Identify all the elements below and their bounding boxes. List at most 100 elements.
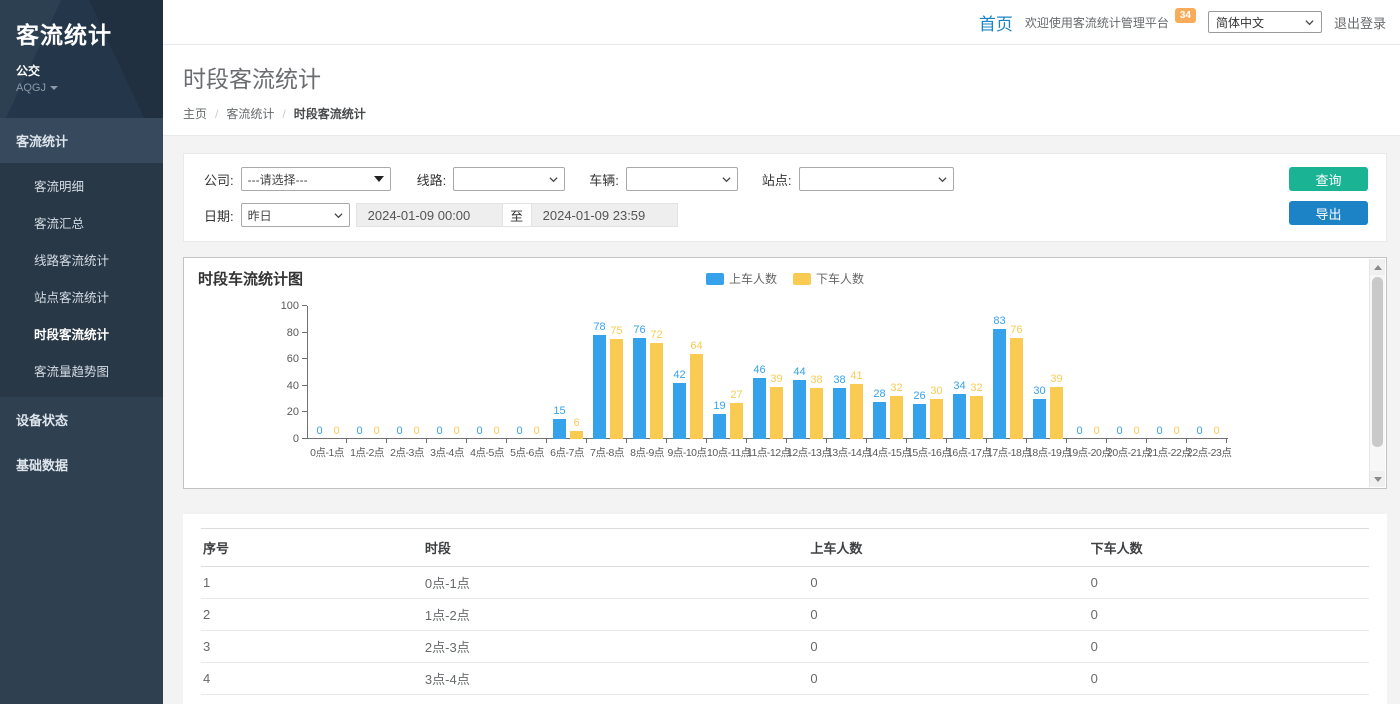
- bar[interactable]: 64: [690, 306, 703, 439]
- bar[interactable]: 44: [793, 306, 806, 439]
- chart-header: 时段车流统计图 上车人数 下车人数: [184, 268, 1386, 290]
- sidebar-item-line-stats[interactable]: 线路客流统计: [0, 241, 163, 278]
- bar[interactable]: 0: [410, 306, 423, 439]
- bar[interactable]: 0: [353, 306, 366, 439]
- sidebar-item-period-stats[interactable]: 时段客流统计: [0, 315, 163, 352]
- bar[interactable]: 0: [1113, 306, 1126, 439]
- bar[interactable]: 0: [313, 306, 326, 439]
- bar[interactable]: 0: [370, 306, 383, 439]
- bar[interactable]: 0: [490, 306, 503, 439]
- bar[interactable]: 0: [473, 306, 486, 439]
- scrollbar-down-button[interactable]: [1370, 471, 1385, 487]
- sidebar-item-base-data[interactable]: 基础数据: [0, 442, 163, 487]
- bar[interactable]: 0: [1090, 306, 1103, 439]
- bar[interactable]: 34: [953, 306, 966, 439]
- bar[interactable]: 0: [433, 306, 446, 439]
- date-preset-select[interactable]: 昨日: [241, 203, 350, 227]
- bar[interactable]: 72: [650, 306, 663, 439]
- bar[interactable]: 32: [970, 306, 983, 439]
- bar-value-label: 42: [673, 369, 685, 381]
- bar[interactable]: 30: [1033, 306, 1046, 439]
- bar[interactable]: 0: [1193, 306, 1206, 439]
- table-cell: 0: [1089, 695, 1369, 704]
- bar[interactable]: 38: [833, 306, 846, 439]
- sidebar-item-trend-chart[interactable]: 客流量趋势图: [0, 352, 163, 389]
- bar-fill: [1033, 399, 1046, 439]
- date-start-input[interactable]: 2024-01-09 00:00: [356, 203, 503, 227]
- bar-value-label: 0: [493, 425, 499, 437]
- legend-swatch-boarding: [706, 273, 724, 285]
- period-stats-table: 序号 时段 上车人数 下车人数 10点-1点0021点-2点0032点-3点00…: [201, 528, 1369, 704]
- scrollbar-up-button[interactable]: [1370, 259, 1385, 275]
- bar[interactable]: 28: [873, 306, 886, 439]
- x-tick-label: 7点-8点: [587, 445, 627, 460]
- bar[interactable]: 0: [530, 306, 543, 439]
- sidebar-item-passenger-stats[interactable]: 客流统计: [0, 118, 163, 163]
- bar[interactable]: 0: [513, 306, 526, 439]
- bar[interactable]: 32: [890, 306, 903, 439]
- bar[interactable]: 83: [993, 306, 1006, 439]
- bar[interactable]: 27: [730, 306, 743, 439]
- legend-alighting[interactable]: 下车人数: [793, 270, 864, 287]
- sidebar-item-device-status[interactable]: 设备状态: [0, 397, 163, 442]
- bar-group: 42 64: [668, 306, 708, 439]
- org-code-dropdown[interactable]: AQGJ: [16, 82, 147, 94]
- bar-group: 3432: [948, 306, 988, 439]
- bar[interactable]: 76: [1010, 306, 1023, 439]
- scrollbar-thumb[interactable]: [1372, 277, 1383, 447]
- bar[interactable]: 30: [930, 306, 943, 439]
- bar-value-label: 0: [533, 425, 539, 437]
- query-button[interactable]: 查询: [1289, 167, 1368, 191]
- bar[interactable]: 0: [1073, 306, 1086, 439]
- sidebar-nav: 客流统计 客流明细 客流汇总 线路客流统计 站点客流统计 时段客流统计 客流量趋…: [0, 118, 163, 487]
- bar[interactable]: 46: [753, 306, 766, 439]
- bar[interactable]: 0: [1210, 306, 1223, 439]
- bar[interactable]: 15: [553, 306, 566, 439]
- chart-plot: 0000000000001567875767242641927463944383…: [307, 306, 1228, 439]
- vehicle-select[interactable]: [626, 167, 738, 191]
- date-to-label: 至: [502, 203, 532, 227]
- bar[interactable]: 0: [1130, 306, 1143, 439]
- bar[interactable]: 78: [593, 306, 606, 439]
- chart-scrollbar[interactable]: [1369, 259, 1385, 487]
- x-tick-mark: [467, 439, 507, 443]
- welcome-text: 欢迎使用客流统计管理平台: [1025, 14, 1169, 31]
- bar[interactable]: 39: [770, 306, 783, 439]
- language-select[interactable]: 简体中文: [1208, 11, 1322, 33]
- bar[interactable]: 19: [713, 306, 726, 439]
- station-select[interactable]: [799, 167, 954, 191]
- date-end-input[interactable]: 2024-01-09 23:59: [531, 203, 678, 227]
- logout-link[interactable]: 退出登录: [1334, 13, 1386, 32]
- sidebar-item-station-stats[interactable]: 站点客流统计: [0, 278, 163, 315]
- bar[interactable]: 0: [1170, 306, 1183, 439]
- bar-value-label: 0: [333, 425, 339, 437]
- bar[interactable]: 0: [450, 306, 463, 439]
- breadcrumb-passenger-stats[interactable]: 客流统计: [226, 105, 274, 122]
- bar[interactable]: 39: [1050, 306, 1063, 439]
- bar[interactable]: 75: [610, 306, 623, 439]
- legend-boarding[interactable]: 上车人数: [706, 270, 777, 287]
- home-link[interactable]: 首页: [979, 10, 1013, 35]
- table-cell: 0点-1点: [423, 567, 808, 599]
- sidebar-item-passenger-detail[interactable]: 客流明细: [0, 167, 163, 204]
- breadcrumb-home[interactable]: 主页: [183, 105, 207, 122]
- bar-group: 00: [1068, 306, 1108, 439]
- x-tick-mark: [507, 439, 547, 443]
- line-select[interactable]: [453, 167, 565, 191]
- bar[interactable]: 0: [330, 306, 343, 439]
- bar[interactable]: 0: [1153, 306, 1166, 439]
- bar[interactable]: 38: [810, 306, 823, 439]
- table-cell: 0: [1089, 663, 1369, 695]
- sidebar-item-passenger-summary[interactable]: 客流汇总: [0, 204, 163, 241]
- export-button[interactable]: 导出: [1289, 201, 1368, 225]
- bar[interactable]: 0: [393, 306, 406, 439]
- sidebar-submenu-passenger-stats: 客流明细 客流汇总 线路客流统计 站点客流统计 时段客流统计 客流量趋势图: [0, 163, 163, 397]
- x-tick-mark: [707, 439, 747, 443]
- bar[interactable]: 76: [633, 306, 646, 439]
- bar[interactable]: 42: [673, 306, 686, 439]
- company-select[interactable]: ---请选择---: [241, 167, 391, 191]
- x-tick-mark: [1067, 439, 1107, 443]
- bar[interactable]: 6: [570, 306, 583, 439]
- bar[interactable]: 26: [913, 306, 926, 439]
- bar[interactable]: 41: [850, 306, 863, 439]
